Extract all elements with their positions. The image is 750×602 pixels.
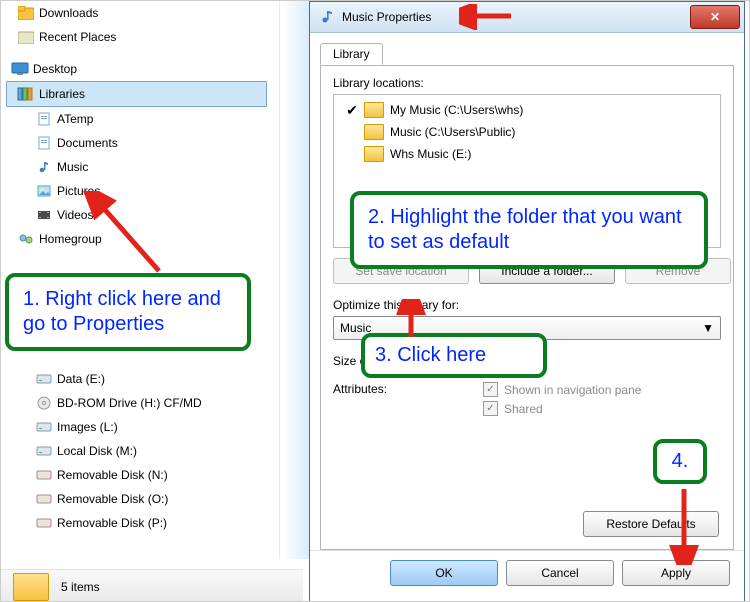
library-doc-icon xyxy=(35,134,53,152)
nav-item-lib-music[interactable]: Music xyxy=(7,155,267,179)
nav-item-drive-o[interactable]: Removable Disk (O:) xyxy=(7,487,267,511)
nav-item-label: Videos xyxy=(57,208,93,222)
location-row[interactable]: ✔ My Music (C:\Users\whs) xyxy=(334,99,720,121)
locations-label: Library locations: xyxy=(333,76,721,90)
button-label: Restore Defaults xyxy=(606,517,695,531)
apply-button[interactable]: Apply xyxy=(622,560,730,586)
dialog-title: Music Properties xyxy=(342,10,690,24)
library-picture-icon xyxy=(35,182,53,200)
nav-item-label: Pictures xyxy=(57,184,100,198)
tab-library[interactable]: Library xyxy=(320,43,383,65)
nav-item-lib-videos[interactable]: Videos xyxy=(7,203,267,227)
cancel-button[interactable]: Cancel xyxy=(506,560,614,586)
tab-label: Library xyxy=(333,47,370,61)
removable-icon xyxy=(35,514,53,532)
recent-icon xyxy=(17,28,35,46)
removable-icon xyxy=(35,466,53,484)
annotation-step1: 1. Right click here and go to Properties xyxy=(5,273,251,351)
nav-item-homegroup[interactable]: Homegroup xyxy=(7,227,267,251)
attributes-label: Attributes: xyxy=(333,382,483,420)
nav-item-label: Libraries xyxy=(39,87,85,101)
optical-icon xyxy=(35,394,53,412)
screenshot-root: Downloads Recent Places Desktop Libra xyxy=(0,0,750,602)
button-label: Apply xyxy=(661,566,691,580)
status-folder-icon xyxy=(13,573,49,601)
location-row[interactable]: Music (C:\Users\Public) xyxy=(334,121,720,143)
nav-item-drive-e[interactable]: Data (E:) xyxy=(7,367,267,391)
drive-icon xyxy=(35,370,53,388)
button-label: Cancel xyxy=(541,566,578,580)
chevron-down-icon: ▼ xyxy=(702,321,714,335)
drive-icon xyxy=(35,418,53,436)
checkbox-shared[interactable]: ✓ xyxy=(483,401,498,416)
nav-item-label: Recent Places xyxy=(39,30,116,44)
tab-strip: Library xyxy=(320,41,734,66)
location-label: Whs Music (E:) xyxy=(390,147,471,161)
nav-item-label: Local Disk (M:) xyxy=(57,444,137,458)
nav-item-lib-documents[interactable]: Documents xyxy=(7,131,267,155)
location-row[interactable]: Whs Music (E:) xyxy=(334,143,720,165)
status-bar: 5 items xyxy=(1,569,303,602)
dialog-titlebar[interactable]: Music Properties ✕ xyxy=(310,2,744,33)
nav-item-label: Desktop xyxy=(33,62,77,76)
nav-item-label: Documents xyxy=(57,136,118,150)
drive-icon xyxy=(35,442,53,460)
library-video-icon xyxy=(35,206,53,224)
nav-item-label: BD-ROM Drive (H:) CF/MD xyxy=(57,396,202,410)
optimize-label: Optimize this library for: xyxy=(333,298,721,312)
homegroup-icon xyxy=(17,230,35,248)
nav-item-desktop[interactable]: Desktop xyxy=(7,57,267,81)
annotation-step3: 3. Click here xyxy=(361,333,547,378)
location-label: My Music (C:\Users\whs) xyxy=(390,103,523,117)
libraries-icon xyxy=(17,85,35,103)
nav-item-drive-l[interactable]: Images (L:) xyxy=(7,415,267,439)
nav-item-lib-atemp[interactable]: ATemp xyxy=(7,107,267,131)
attr-text: Shared xyxy=(504,402,543,416)
nav-item-drive-m[interactable]: Local Disk (M:) xyxy=(7,439,267,463)
annotation-step4: 4. xyxy=(653,439,707,484)
ok-button[interactable]: OK xyxy=(390,560,498,586)
nav-item-label: Data (E:) xyxy=(57,372,105,386)
location-label: Music (C:\Users\Public) xyxy=(390,125,515,139)
nav-item-label: Removable Disk (O:) xyxy=(57,492,168,506)
nav-item-drive-n[interactable]: Removable Disk (N:) xyxy=(7,463,267,487)
nav-item-recent[interactable]: Recent Places xyxy=(7,25,267,49)
attr-text: Shown in navigation pane xyxy=(504,383,641,397)
properties-dialog: Music Properties ✕ Library Library locat… xyxy=(309,1,745,602)
desktop-icon xyxy=(11,60,29,78)
restore-defaults-button[interactable]: Restore Defaults xyxy=(583,511,719,537)
nav-item-drive-h[interactable]: BD-ROM Drive (H:) CF/MD xyxy=(7,391,267,415)
nav-item-label: Homegroup xyxy=(39,232,102,246)
folder-icon xyxy=(364,102,384,118)
folder-icon xyxy=(364,146,384,162)
close-icon: ✕ xyxy=(710,10,720,24)
nav-item-label: Music xyxy=(57,160,88,174)
nav-item-label: Images (L:) xyxy=(57,420,118,434)
dialog-footer: OK Cancel Apply xyxy=(310,550,744,595)
nav-item-libraries[interactable]: Libraries xyxy=(6,81,267,107)
folder-blue-icon xyxy=(17,4,35,22)
folder-icon xyxy=(364,124,384,140)
default-check-icon: ✔ xyxy=(340,102,364,119)
nav-item-lib-pictures[interactable]: Pictures xyxy=(7,179,267,203)
library-music-icon xyxy=(35,158,53,176)
removable-icon xyxy=(35,490,53,508)
nav-item-label: Removable Disk (P:) xyxy=(57,516,167,530)
button-label: OK xyxy=(435,566,452,580)
nav-item-label: ATemp xyxy=(57,112,93,126)
nav-item-drive-p[interactable]: Removable Disk (P:) xyxy=(7,511,267,535)
annotation-step2: 2. Highlight the folder that you want to… xyxy=(350,191,708,269)
nav-item-label: Downloads xyxy=(39,6,98,20)
nav-item-label: Removable Disk (N:) xyxy=(57,468,168,482)
library-music-icon xyxy=(318,8,336,26)
status-text: 5 items xyxy=(61,580,100,594)
nav-item-downloads[interactable]: Downloads xyxy=(7,1,267,25)
checkbox-shown-nav[interactable]: ✓ xyxy=(483,382,498,397)
library-doc-icon xyxy=(35,110,53,128)
close-button[interactable]: ✕ xyxy=(690,5,740,29)
pane-divider[interactable] xyxy=(279,1,280,559)
